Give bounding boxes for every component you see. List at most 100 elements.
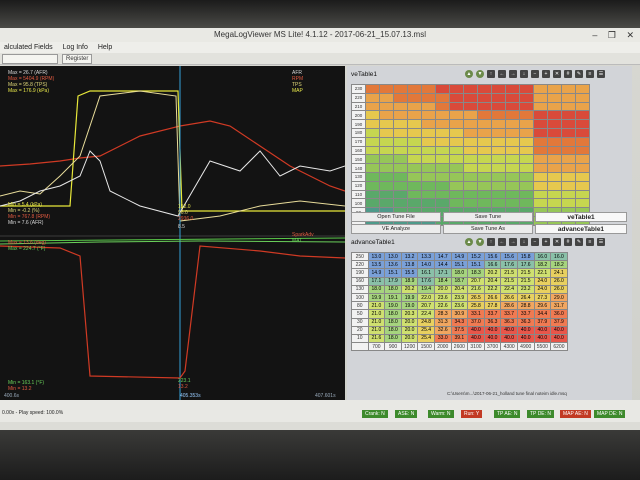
ve-cell[interactable]: [547, 154, 562, 165]
ve-cell[interactable]: [519, 127, 534, 138]
advance-cell[interactable]: 33.1: [467, 309, 485, 319]
ve-cell[interactable]: [519, 180, 534, 191]
ve-cell[interactable]: [463, 145, 478, 156]
adv-down-icon[interactable]: ▼: [476, 238, 484, 246]
ve-cell[interactable]: [575, 145, 590, 156]
ve-cell[interactable]: [449, 136, 464, 147]
ve-cell[interactable]: [575, 198, 590, 209]
advance-cell[interactable]: 40.0: [500, 333, 518, 344]
advance-cell[interactable]: 21.6: [467, 284, 485, 294]
ve-cell[interactable]: [505, 198, 520, 209]
advance-cell[interactable]: 24.8: [417, 317, 435, 327]
ve-cell[interactable]: [533, 84, 548, 94]
advance-cell[interactable]: 37.9: [550, 317, 568, 327]
advance-cell[interactable]: 37.0: [467, 317, 485, 327]
ve-cell[interactable]: [449, 84, 464, 94]
advance-cell[interactable]: 20.3: [400, 309, 419, 319]
advance-cell[interactable]: 22.6: [433, 301, 452, 311]
adv-arrow-right-icon[interactable]: →: [509, 238, 517, 246]
ve-cell[interactable]: [379, 180, 394, 191]
advance-cell[interactable]: 26.6: [500, 292, 518, 303]
advance-cell[interactable]: 22.4: [500, 284, 518, 294]
advance-cell[interactable]: 17.1: [367, 276, 386, 286]
ve-cell[interactable]: [463, 171, 478, 182]
advance-cell[interactable]: 21.0: [367, 317, 386, 327]
advance-cell[interactable]: 21.5: [516, 276, 535, 286]
ve-cell[interactable]: [435, 189, 450, 200]
ve-cell[interactable]: [393, 145, 408, 156]
ve-cell[interactable]: [365, 127, 380, 138]
ve-cell[interactable]: [449, 110, 464, 121]
ve-cell[interactable]: [561, 163, 576, 173]
ve-cell[interactable]: [491, 92, 506, 103]
advance-cell[interactable]: 19.1: [384, 292, 402, 303]
ve-cell[interactable]: [561, 198, 576, 209]
ve-cell[interactable]: [435, 136, 450, 147]
ve-cell[interactable]: [477, 154, 492, 165]
adv-arrow-left-icon[interactable]: ←: [498, 238, 506, 246]
ve-cell[interactable]: [491, 154, 506, 165]
ve-cell[interactable]: [519, 145, 534, 156]
ve-cell[interactable]: [533, 189, 548, 200]
ve-cell[interactable]: [505, 101, 520, 112]
ve-cell[interactable]: [365, 154, 380, 165]
advance-cell[interactable]: 13.5: [367, 260, 386, 270]
advance-cell[interactable]: 19.9: [400, 292, 419, 303]
ve-cell[interactable]: [435, 84, 450, 94]
ve-cell[interactable]: [435, 119, 450, 129]
ve-cell[interactable]: [533, 136, 548, 147]
advance-cell[interactable]: 30.9: [450, 309, 469, 319]
ve-cell[interactable]: [463, 136, 478, 147]
advance-cell[interactable]: 21.5: [500, 276, 518, 286]
advance-cell[interactable]: 18.0: [450, 268, 469, 278]
ve-cell[interactable]: [519, 101, 534, 112]
advance-cell[interactable]: 34.3: [450, 317, 469, 327]
ve-cell[interactable]: [407, 92, 422, 103]
advance-cell[interactable]: 19.0: [384, 301, 402, 311]
ve-cell[interactable]: [407, 101, 422, 112]
advance-cell[interactable]: 20.0: [400, 325, 419, 335]
advance-cell[interactable]: 23.6: [433, 292, 452, 303]
advance-cell[interactable]: 18.7: [450, 276, 469, 286]
ve-cell[interactable]: [533, 171, 548, 182]
advance-cell[interactable]: 19.9: [367, 292, 386, 303]
ve-cell[interactable]: [463, 163, 478, 173]
advance-cell[interactable]: 40.0: [550, 325, 568, 335]
advance-cell[interactable]: 23.6: [450, 301, 469, 311]
advance-cell[interactable]: 19.4: [417, 284, 435, 294]
advance-cell[interactable]: 20.2: [483, 268, 502, 278]
ve-interpolate-icon[interactable]: #: [564, 70, 572, 78]
ve-cell[interactable]: [365, 171, 380, 182]
ve-cell[interactable]: [407, 163, 422, 173]
advance-cell[interactable]: 20.7: [467, 276, 485, 286]
ve-cell[interactable]: [407, 84, 422, 94]
advance-cell[interactable]: 40.0: [550, 333, 568, 344]
advance-cell[interactable]: 15.1: [450, 260, 469, 270]
ve-cell[interactable]: [393, 92, 408, 103]
ve-cell[interactable]: [379, 110, 394, 121]
advance-cell[interactable]: 16.0: [533, 251, 552, 262]
ve-cell[interactable]: [421, 101, 436, 112]
ve-cell[interactable]: [505, 136, 520, 147]
advance-cell[interactable]: 32.6: [433, 325, 452, 335]
adv-minus-icon[interactable]: −: [531, 238, 539, 246]
advance-cell[interactable]: 13.3: [417, 251, 435, 262]
ve-cell[interactable]: [379, 163, 394, 173]
ve-cell[interactable]: [449, 180, 464, 191]
ve-cell[interactable]: [491, 198, 506, 209]
ve-cell[interactable]: [449, 198, 464, 209]
ve-cell[interactable]: [477, 180, 492, 191]
advance-cell[interactable]: 22.0: [417, 292, 435, 303]
ve-cell[interactable]: [435, 163, 450, 173]
ve-cell[interactable]: [379, 171, 394, 182]
ve-cell[interactable]: [491, 84, 506, 94]
menu-help[interactable]: Help: [98, 44, 112, 51]
ve-cell[interactable]: [575, 119, 590, 129]
ve-cell[interactable]: [449, 119, 464, 129]
playback-bar[interactable]: [0, 422, 640, 430]
advance-cell[interactable]: 40.0: [500, 325, 518, 335]
ve-cell[interactable]: [491, 136, 506, 147]
ve-cell[interactable]: [435, 110, 450, 121]
ve-cell[interactable]: [421, 163, 436, 173]
ve-cell[interactable]: [547, 171, 562, 182]
